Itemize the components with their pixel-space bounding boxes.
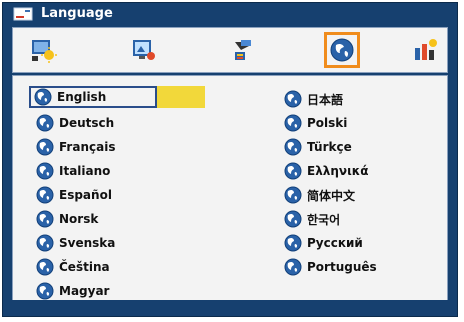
globe-icon <box>36 114 54 132</box>
language-label: 日本語 <box>307 92 344 107</box>
language-item-norsk[interactable]: Norsk <box>35 208 98 230</box>
globe-icon <box>284 234 302 252</box>
language-globe-icon <box>330 38 354 62</box>
language-item-greek[interactable]: Ελληνικά <box>283 160 369 182</box>
globe-icon <box>284 210 302 228</box>
language-item-italiano[interactable]: Italiano <box>35 160 110 182</box>
language-label: Deutsch <box>59 116 115 130</box>
language-item-magyar[interactable]: Magyar <box>35 280 109 302</box>
language-label: Español <box>59 188 112 202</box>
globe-icon <box>36 162 54 180</box>
information-icon <box>415 39 437 60</box>
language-label: Türkçe <box>307 140 352 154</box>
language-item-english[interactable]: English <box>29 86 205 108</box>
globe-icon <box>36 234 54 252</box>
tab-language[interactable] <box>324 32 360 68</box>
language-label: Français <box>59 140 116 154</box>
tab-display[interactable] <box>125 32 161 68</box>
language-item-japanese[interactable]: 日本語 <box>283 88 343 110</box>
globe-icon <box>36 186 54 204</box>
globe-icon <box>284 138 302 156</box>
tab-setup[interactable] <box>225 32 261 68</box>
language-label: Magyar <box>59 284 110 298</box>
language-label: Русский <box>307 236 363 250</box>
language-item-turkce[interactable]: Türkçe <box>283 136 352 158</box>
language-label: Norsk <box>59 212 99 226</box>
language-label: Svenska <box>59 236 116 250</box>
display-settings-icon <box>133 40 155 60</box>
language-item-espanol[interactable]: Español <box>35 184 112 206</box>
language-menu-icon <box>13 7 33 21</box>
language-item-svenska[interactable]: Svenska <box>35 232 115 254</box>
globe-icon <box>284 90 302 108</box>
language-item-portugues[interactable]: Português <box>283 256 377 278</box>
tab-bar <box>12 27 448 73</box>
globe-icon <box>34 88 52 106</box>
language-item-cestina[interactable]: Čeština <box>35 256 110 278</box>
osd-menu-window: Language English Deutsch Français Italia… <box>2 2 458 317</box>
globe-icon <box>284 258 302 276</box>
globe-icon <box>284 186 302 204</box>
language-label: Polski <box>307 116 348 130</box>
tab-information[interactable] <box>407 32 443 68</box>
language-label: Čeština <box>59 260 110 274</box>
globe-icon <box>36 138 54 156</box>
language-label: Português <box>307 260 377 274</box>
language-list-panel: English Deutsch Français Italiano Españo… <box>12 75 448 301</box>
globe-icon <box>36 282 54 300</box>
language-label: English <box>57 90 107 104</box>
language-item-polski[interactable]: Polski <box>283 112 347 134</box>
globe-icon <box>284 114 302 132</box>
language-item-deutsch[interactable]: Deutsch <box>35 112 114 134</box>
globe-icon <box>284 162 302 180</box>
globe-icon <box>36 258 54 276</box>
language-label: Ελληνικά <box>307 164 369 178</box>
globe-icon <box>36 210 54 228</box>
title-bar: Language <box>3 3 457 25</box>
language-item-russian[interactable]: Русский <box>283 232 363 254</box>
language-item-korean[interactable]: 한국어 <box>283 208 340 230</box>
language-label: 简体中文 <box>307 188 356 203</box>
language-label: Italiano <box>59 164 111 178</box>
window-title: Language <box>41 6 113 21</box>
language-item-francais[interactable]: Français <box>35 136 115 158</box>
bottom-bar <box>3 300 457 316</box>
language-item-chinese[interactable]: 简体中文 <box>283 184 355 206</box>
language-label: 한국어 <box>307 212 341 227</box>
picture-settings-icon <box>32 40 57 63</box>
tab-picture[interactable] <box>25 32 61 68</box>
setup-icon <box>235 40 251 60</box>
